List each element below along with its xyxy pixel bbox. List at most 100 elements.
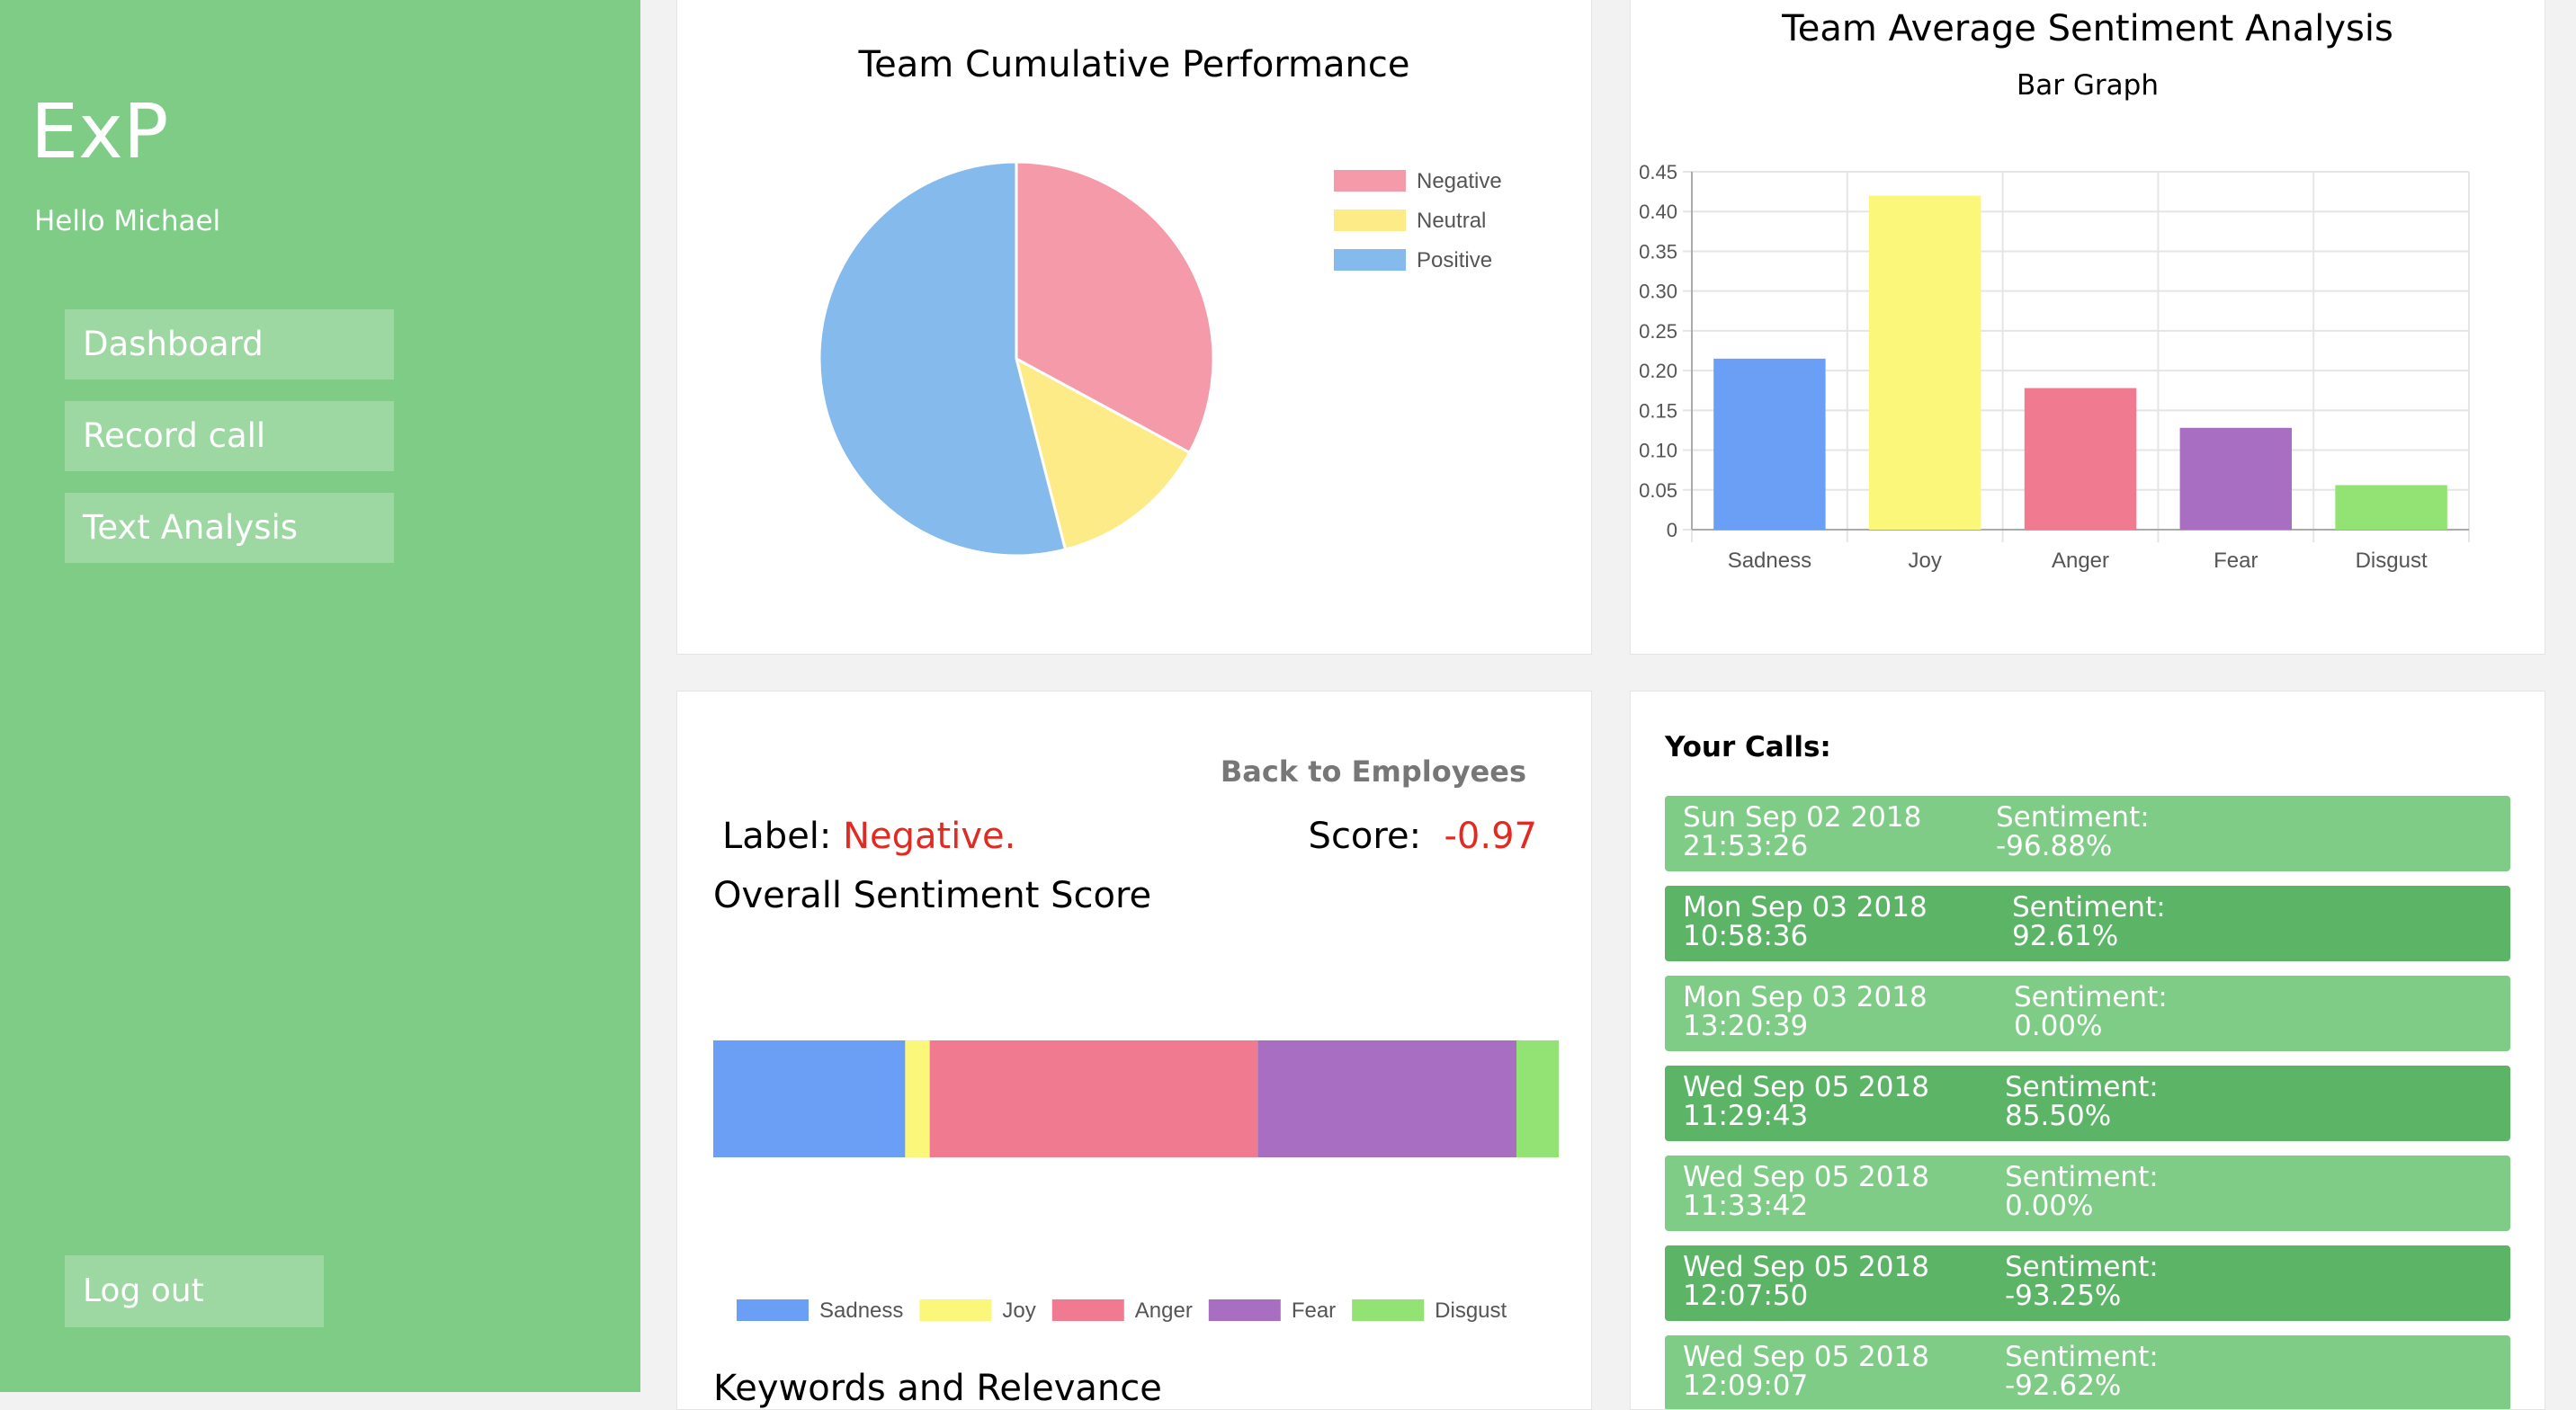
call-sentiment-value: -96.88% [1996,830,2113,862]
y-tick-label: 0.10 [1639,440,1677,462]
call-sentiment-value: -92.62% [2005,1370,2122,1402]
call-row[interactable]: Wed Sep 05 2018 12:07:50 Sentiment: -93.25% [1665,1245,2510,1321]
y-tick-label: 0.20 [1639,360,1677,382]
legend-swatch-negative [1334,170,1406,192]
bar-sadness [1713,358,1826,530]
legend-label-positive: Positive [1417,248,1492,272]
bar-chart-card: Team Average Sentiment Analysis Bar Grap… [1630,0,2545,655]
call-sentiment-label: Sentiment: [2014,981,2168,1013]
x-tick-label: Joy [1909,549,1942,573]
calls-card: Your Calls: Sun Sep 02 2018 21:53:26 Senti… [1630,691,2545,1410]
call-row[interactable]: Wed Sep 05 2018 11:29:43 Sentiment: 85.50% [1665,1066,2510,1141]
call-sentiment-label: Sentiment: [2005,1251,2159,1283]
call-sentiment: Sentiment: 92.61% [2012,893,2166,950]
bar-disgust [2335,485,2447,530]
bar-joy [1868,195,1981,531]
y-tick-label: 0.25 [1639,320,1677,343]
call-sentiment-value: 92.61% [2012,920,2119,952]
call-sentiment-value: 0.00% [2014,1010,2103,1042]
call-sentiment: Sentiment: -93.25% [2005,1253,2159,1310]
call-row[interactable]: Mon Sep 03 2018 13:20:39 Sentiment: 0.00% [1665,976,2510,1051]
call-datetime: Wed Sep 05 2018 12:09:07 [1683,1343,1929,1400]
x-tick-label: Disgust [2356,549,2428,573]
call-time: 11:29:43 [1683,1100,1809,1132]
legend-swatch-fear [1208,1299,1281,1321]
pie-chart-card: Team Cumulative Performance Negative Neut… [676,0,1592,655]
bar-chart: 0 0.05 0.10 0.15 0.20 0.25 0.30 0.35 0.40 0.45 Sad… [1639,161,2470,573]
call-date: Wed Sep 05 2018 [1683,1251,1929,1283]
nav-dashboard[interactable]: Dashboard [65,309,394,379]
legend-label-sadness: Sadness [819,1298,903,1323]
call-row[interactable]: Mon Sep 03 2018 10:58:36 Sentiment: 92.61% [1665,886,2510,961]
call-sentiment-label: Sentiment: [2005,1161,2159,1193]
x-tick-label: Sadness [1728,549,1811,573]
call-sentiment-label: Sentiment: [2012,891,2166,924]
x-tick-label: Fear [2214,549,2258,573]
y-tick-label: 0.40 [1639,201,1677,223]
employee-detail-card: Back to Employees Label: Negative. Score… [676,691,1592,1410]
call-date: Mon Sep 03 2018 [1683,891,1928,924]
call-sentiment: Sentiment: 85.50% [2005,1073,2159,1130]
call-time: 12:07:50 [1683,1280,1809,1312]
y-tick-label: 0.35 [1639,240,1677,263]
stack-segment-joy [905,1040,930,1157]
call-sentiment-label: Sentiment: [2005,1341,2159,1373]
call-time: 10:58:36 [1683,920,1809,952]
logout-button[interactable]: Log out [65,1255,324,1327]
calls-title: Your Calls: [1665,731,1831,763]
legend-swatch-sadness [737,1299,809,1321]
y-tick-label: 0.45 [1639,161,1677,183]
call-sentiment-label: Sentiment: [1996,801,2150,834]
stack-segment-disgust [1516,1040,1559,1157]
legend-label-disgust: Disgust [1435,1298,1507,1323]
call-sentiment: Sentiment: 0.00% [2005,1163,2159,1220]
call-time: 11:33:42 [1683,1190,1809,1222]
call-date: Sun Sep 02 2018 [1683,801,1922,834]
call-datetime: Sun Sep 02 2018 21:53:26 [1683,803,1921,861]
y-tick-label: 0.05 [1639,479,1677,502]
legend-label-joy: Joy [1002,1298,1035,1323]
call-date: Wed Sep 05 2018 [1683,1341,1929,1373]
stack-segment-sadness [713,1040,906,1157]
nav-record-call[interactable]: Record call [65,401,394,471]
call-time: 13:20:39 [1683,1010,1809,1042]
call-time: 12:09:07 [1683,1370,1809,1402]
overall-sentiment-chart: Sadness Joy Anger Fear Disgust [713,1040,1559,1323]
y-tick-label: 0.15 [1639,399,1677,422]
call-datetime: Mon Sep 03 2018 10:58:36 [1683,893,1928,950]
call-sentiment-label: Sentiment: [2005,1071,2159,1103]
call-datetime: Wed Sep 05 2018 11:29:43 [1683,1073,1929,1130]
call-sentiment: Sentiment: 0.00% [2014,983,2168,1040]
legend-swatch-positive [1334,249,1406,271]
nav-text-analysis[interactable]: Text Analysis [65,493,394,563]
call-sentiment: Sentiment: -92.62% [2005,1343,2159,1400]
app-logo: ExP [31,87,169,175]
legend-swatch-neutral [1334,210,1406,231]
call-sentiment-value: -93.25% [2005,1280,2122,1312]
call-date: Mon Sep 03 2018 [1683,981,1928,1013]
x-tick-label: Anger [2052,549,2109,573]
call-sentiment: Sentiment: -96.88% [1996,803,2150,861]
call-time: 21:53:26 [1683,830,1809,862]
call-row[interactable]: Sun Sep 02 2018 21:53:26 Sentiment: -96.88% [1665,796,2510,871]
call-sentiment-value: 85.50% [2005,1100,2112,1132]
legend-label-anger: Anger [1135,1298,1193,1323]
legend-label-fear: Fear [1292,1298,1336,1323]
legend-label-negative: Negative [1417,169,1502,193]
call-row[interactable]: Wed Sep 05 2018 12:09:07 Sentiment: -92.62% [1665,1335,2510,1409]
call-datetime: Wed Sep 05 2018 12:07:50 [1683,1253,1929,1310]
pie-chart: Negative Neutral Positive [818,160,1502,558]
call-row[interactable]: Wed Sep 05 2018 11:33:42 Sentiment: 0.00% [1665,1156,2510,1231]
sidebar: ExP Hello Michael Dashboard Record call … [0,0,640,1392]
call-sentiment-value: 0.00% [2005,1190,2094,1222]
greeting: Hello Michael [34,205,221,237]
stack-segment-fear [1257,1040,1516,1157]
y-tick-label: 0.30 [1639,281,1677,303]
call-date: Wed Sep 05 2018 [1683,1161,1929,1193]
keywords-title: Keywords and Relevance [713,1368,1162,1409]
bar-fear [2179,427,2293,530]
legend-label-neutral: Neutral [1417,209,1486,233]
y-tick-label: 0 [1667,519,1677,541]
call-date: Wed Sep 05 2018 [1683,1071,1929,1103]
stack-segment-anger [929,1040,1258,1157]
